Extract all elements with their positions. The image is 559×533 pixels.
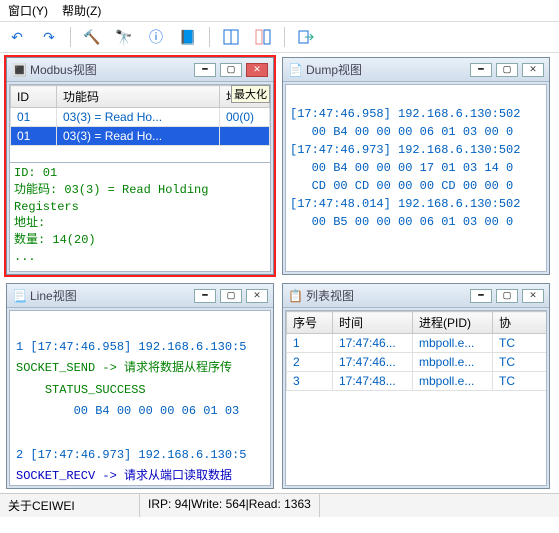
panels-icon[interactable] [220, 26, 242, 48]
titlebar-dump[interactable]: 📄 Dump视图 ━ ▢ ✕ [283, 58, 549, 82]
panel-title: 列表视图 [306, 287, 466, 304]
panel-icon: 📄 [288, 63, 302, 77]
redo-icon[interactable]: ↷ [38, 26, 60, 48]
info-icon[interactable]: ⓘ [145, 26, 167, 48]
minimize-button[interactable]: ━ [194, 289, 216, 303]
panel-dump: 📄 Dump视图 ━ ▢ ✕ [17:47:46.958] 192.168.6.… [282, 57, 550, 275]
maximize-button[interactable]: ▢ [496, 63, 518, 77]
menubar: 窗口(Y) 帮助(Z) [0, 0, 559, 21]
col-proto[interactable]: 协 [493, 312, 547, 334]
toolbar-separator [284, 27, 285, 47]
toolbar-separator [70, 27, 71, 47]
panel-title: Line视图 [30, 287, 190, 304]
panel-title: Dump视图 [306, 61, 466, 78]
col-id[interactable]: ID [11, 86, 57, 108]
maximize-button[interactable]: ▢ [220, 289, 242, 303]
close-button[interactable]: ✕ [246, 63, 268, 77]
panels2-icon[interactable] [252, 26, 274, 48]
menu-help[interactable]: 帮助(Z) [62, 2, 101, 19]
minimize-button[interactable]: ━ [470, 289, 492, 303]
line-content: 1 [17:47:46.958] 192.168.6.130:5 SOCKET_… [10, 311, 270, 485]
status-irp: IRP: 94|Write: 564|Read: 1363 [140, 494, 320, 517]
col-time[interactable]: 时间 [333, 312, 413, 334]
hammer-icon[interactable]: 🔨 [81, 26, 103, 48]
status-about: 关于CEIWEI [0, 494, 140, 517]
maximize-tag[interactable]: 最大化 [231, 85, 270, 103]
panel-icon: 🔳 [12, 63, 26, 77]
exit-icon[interactable] [295, 26, 317, 48]
table-row[interactable]: 01 03(3) = Read Ho... [11, 127, 270, 146]
statusbar: 关于CEIWEI IRP: 94|Write: 564|Read: 1363 [0, 493, 559, 517]
close-button[interactable]: ✕ [522, 63, 544, 77]
mdi-area: 🔳 Modbus视图 ━ ▢ ✕ 最大化 ID 功能码 地址 01 [0, 53, 559, 493]
col-fc[interactable]: 功能码 [57, 86, 220, 108]
table-row[interactable]: 01 03(3) = Read Ho... 00(0) [11, 108, 270, 127]
close-button[interactable]: ✕ [246, 289, 268, 303]
titlebar-list[interactable]: 📋 列表视图 ━ ▢ ✕ [283, 284, 549, 308]
panel-list: 📋 列表视图 ━ ▢ ✕ 序号 时间 进程(PID) 协 117:47:46..… [282, 283, 550, 489]
table-row[interactable]: 317:47:48...mbpoll.e...TC [287, 372, 547, 391]
binoculars-icon[interactable]: 🔭 [113, 26, 135, 48]
panel-icon: 📃 [12, 289, 26, 303]
undo-icon[interactable]: ↶ [6, 26, 28, 48]
maximize-button[interactable]: ▢ [496, 289, 518, 303]
titlebar-modbus[interactable]: 🔳 Modbus视图 ━ ▢ ✕ [7, 58, 273, 82]
col-seq[interactable]: 序号 [287, 312, 333, 334]
titlebar-line[interactable]: 📃 Line视图 ━ ▢ ✕ [7, 284, 273, 308]
menu-window[interactable]: 窗口(Y) [8, 2, 48, 19]
panel-icon: 📋 [288, 289, 302, 303]
table-row[interactable]: 217:47:46...mbpoll.e...TC [287, 353, 547, 372]
table-row[interactable]: 117:47:46...mbpoll.e...TC [287, 334, 547, 353]
close-button[interactable]: ✕ [522, 289, 544, 303]
minimize-button[interactable]: ━ [470, 63, 492, 77]
col-pid[interactable]: 进程(PID) [413, 312, 493, 334]
panel-title: Modbus视图 [30, 61, 190, 78]
maximize-button[interactable]: ▢ [220, 63, 242, 77]
panel-line: 📃 Line视图 ━ ▢ ✕ 1 [17:47:46.958] 192.168.… [6, 283, 274, 489]
toolbar-separator [209, 27, 210, 47]
list-table: 序号 时间 进程(PID) 协 117:47:46...mbpoll.e...T… [286, 311, 546, 391]
toolbar: ↶ ↷ 🔨 🔭 ⓘ 📘 [0, 21, 559, 53]
modbus-detail: ID: 01 功能码: 03(3) = Read Holding Registe… [10, 162, 270, 268]
book-icon[interactable]: 📘 [177, 26, 199, 48]
dump-content: [17:47:46.958] 192.168.6.130:502 00 B4 0… [286, 85, 546, 251]
panel-modbus: 🔳 Modbus视图 ━ ▢ ✕ 最大化 ID 功能码 地址 01 [6, 57, 274, 275]
minimize-button[interactable]: ━ [194, 63, 216, 77]
